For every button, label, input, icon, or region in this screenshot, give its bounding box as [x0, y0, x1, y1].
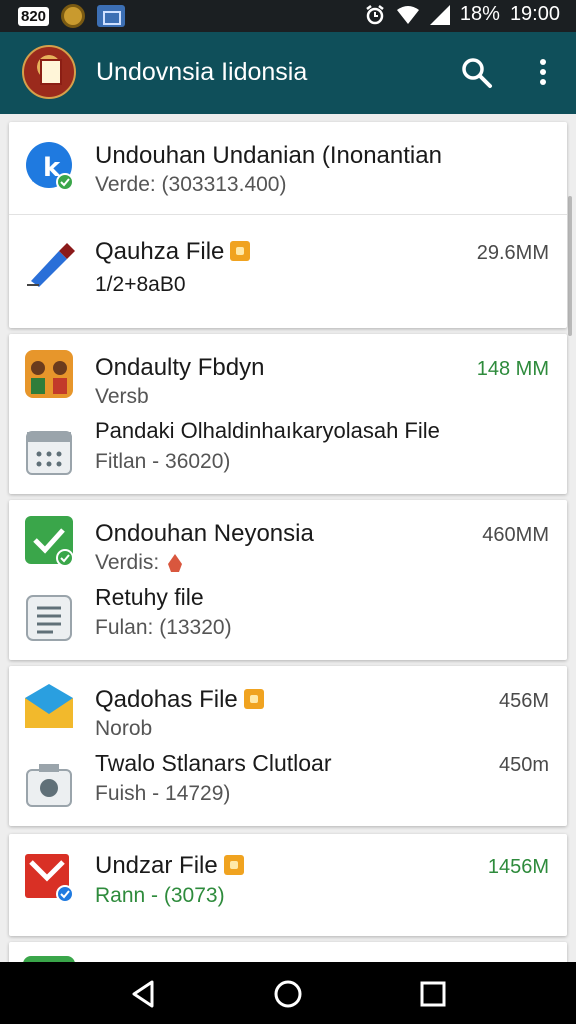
more-options-icon[interactable] [528, 54, 558, 90]
item-title: Twalo Stlanars Clutloar [95, 750, 332, 776]
item-subtitle-text: Rann - (3073) [95, 884, 225, 907]
item-title: Undzar File [95, 852, 244, 880]
download-card: Ondaulty Fbdyn Versb 148 MM Pandaki Olha… [9, 334, 567, 494]
item-subtitle: Verde: (303313.400) [95, 173, 287, 196]
download-card: Ondouhan Neyonsia Verdis: 460MM Retuhy f… [9, 500, 567, 660]
navigation-bar [0, 962, 576, 1024]
gmail-app-icon [25, 854, 74, 902]
item-subtitle: 1/2+8aB0 [95, 273, 186, 296]
item-title-text: Undzar File [95, 852, 218, 879]
item-title: Retuhy file [95, 584, 204, 610]
page-title: Undovnsia Iidonsia [96, 58, 308, 86]
mail-envelope-icon [25, 684, 73, 728]
search-icon[interactable] [458, 54, 494, 90]
file-size: 456M [498, 690, 549, 712]
download-card: k Undouhan Undanian (Inonantian Verde: (… [9, 122, 567, 328]
wifi-icon [396, 5, 419, 24]
item-title: Pandaki Olhaldinhaıkaryolasah File [95, 418, 440, 443]
item-subtitle: Verdis: [95, 551, 185, 575]
download-card: Undzar File Rann - (3073) 1456M [9, 834, 567, 936]
list-item[interactable]: Twalo Stlanars Clutloar Fuish - 14729) 4… [9, 744, 567, 826]
list-item[interactable]: Retuhy file Fulan: (13320) [9, 578, 567, 660]
checkmark-app-icon [25, 516, 74, 566]
list-item[interactable]: Qauhza File 1/2+8aB0 29.6MM [9, 215, 567, 328]
messenger-app-icon: k [26, 142, 74, 191]
battery-text: 18% [459, 3, 500, 25]
list-item[interactable]: Qadohas File Norob 456M [9, 666, 567, 744]
item-title-text: Qadohas File [95, 686, 238, 713]
recents-icon[interactable] [417, 978, 449, 1010]
scrollbar[interactable] [568, 196, 572, 336]
item-subtitle: Rann - (3073) [95, 884, 225, 908]
status-bar: 820 18% 19:00 [0, 0, 576, 32]
lock-badge-icon [243, 688, 264, 709]
item-title: Qadohas File [95, 686, 264, 714]
list-item[interactable]: Pandaki Olhaldinhaıkaryolasah File Fitla… [9, 412, 567, 494]
gallery-notification-icon [97, 5, 126, 27]
marker-pen-icon [27, 243, 75, 287]
file-size: 450m [498, 754, 549, 776]
back-icon[interactable] [128, 978, 160, 1010]
alarm-icon [366, 4, 384, 24]
item-subtitle: Fuish - 14729) [95, 782, 231, 805]
item-subtitle: Norob [95, 717, 153, 740]
item-subtitle: Fitlan - 36020) [95, 450, 231, 473]
camera-icon [26, 764, 72, 807]
list-item[interactable]: Ondaulty Fbdyn Versb 148 MM [9, 334, 567, 412]
item-title: Undouhan Undanian (Inonantian [95, 142, 442, 169]
download-card: Qadohas File Norob 456M Twalo Stlanars C… [9, 666, 567, 826]
list-item[interactable]: Undzar File Rann - (3073) 1456M [9, 834, 567, 936]
item-subtitle: Fulan: (13320) [95, 616, 232, 639]
item-subtitle: Versb [95, 385, 149, 408]
calendar-icon [26, 431, 72, 475]
item-title: Qauhza File [95, 238, 251, 266]
document-list-icon [26, 595, 72, 641]
file-size: 460MM [482, 524, 549, 546]
file-size: 148 MM [476, 358, 549, 380]
item-title-text: Qauhza File [95, 238, 225, 265]
file-size: 29.6MM [476, 242, 549, 264]
signal-icon [429, 4, 450, 25]
item-subtitle-text: Verdis: [95, 551, 160, 574]
list-item[interactable]: Ondouhan Neyonsia Verdis: 460MM [9, 500, 567, 578]
item-title: Ondaulty Fbdyn [95, 354, 265, 381]
avatar[interactable] [22, 45, 76, 99]
hand-icon [168, 554, 183, 573]
clock-text: 19:00 [509, 3, 560, 25]
home-icon[interactable] [272, 978, 304, 1010]
people-app-icon [25, 350, 73, 398]
item-title: Ondouhan Neyonsia [95, 520, 314, 547]
list-item[interactable]: k Undouhan Undanian (Inonantian Verde: (… [9, 122, 567, 214]
app-bar: Undovnsia Iidonsia [0, 32, 576, 114]
file-size: 1456M [487, 856, 549, 878]
lock-badge-icon [230, 240, 251, 261]
lock-badge-icon [223, 854, 244, 875]
coin-notification-icon [61, 4, 86, 28]
status-tag: 820 [18, 6, 50, 26]
